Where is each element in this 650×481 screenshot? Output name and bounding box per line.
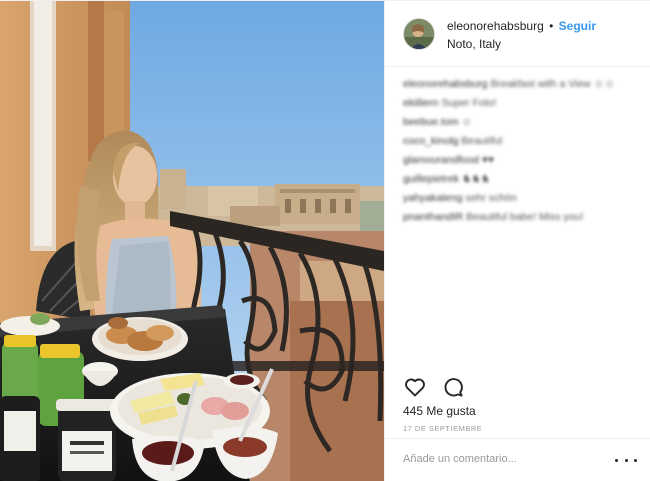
comment-user[interactable]: guillepietrek bbox=[403, 173, 459, 185]
comment-item: coco_kinolg Beautiful bbox=[403, 132, 643, 151]
post-photo[interactable] bbox=[0, 1, 384, 481]
speech-bubble-icon[interactable] bbox=[441, 375, 465, 399]
comment-item: beebue.tom ☺ bbox=[403, 113, 643, 132]
comment-item: pnanthandIR Beautiful babe! Miss you! bbox=[403, 208, 643, 227]
comment-item: guillepietrek ♞♞♞ bbox=[403, 170, 643, 189]
header-text: eleonorehabsburg • Seguir Noto, Italy bbox=[447, 19, 596, 52]
comment-text: Super Foto! bbox=[441, 97, 497, 109]
post-side-panel: eleonorehabsburg • Seguir Noto, Italy el… bbox=[384, 1, 650, 481]
dot-icon bbox=[615, 458, 618, 462]
comment-text: Beautiful babe! Miss you! bbox=[466, 211, 584, 223]
comments-list: eleonorehabsburg Breakfast with a View ☺… bbox=[403, 75, 643, 227]
comment-user[interactable]: glamourandfood bbox=[403, 154, 479, 166]
comment-input[interactable] bbox=[403, 453, 603, 465]
dot-icon bbox=[624, 458, 628, 462]
comment-user[interactable]: beebue.tom bbox=[403, 116, 458, 128]
comment-user[interactable]: pnanthandIR bbox=[403, 211, 463, 223]
comment-item: eleonorehabsburg Breakfast with a View ☺… bbox=[403, 75, 643, 94]
follow-button[interactable]: Seguir bbox=[559, 19, 596, 33]
comment-user[interactable]: yahyakateng bbox=[403, 192, 463, 204]
comment-text: Breakfast with a View ☺☺ bbox=[490, 78, 616, 90]
add-comment-section bbox=[385, 438, 650, 481]
avatar[interactable] bbox=[403, 17, 435, 50]
location-link[interactable]: Noto, Italy bbox=[447, 37, 596, 52]
action-bar bbox=[403, 375, 479, 399]
comment-item: glamourandfood ♥♥ bbox=[403, 151, 643, 170]
comment-user[interactable]: ekiiliern bbox=[403, 97, 439, 109]
comment-item: ekiiliern Super Foto! bbox=[403, 94, 643, 113]
username-link[interactable]: eleonorehabsburg bbox=[447, 19, 544, 33]
comment-text: ☺ bbox=[461, 116, 473, 128]
comment-item: yahyakateng sehr schön bbox=[403, 189, 643, 208]
comment-user[interactable]: coco_kinolg bbox=[403, 135, 458, 147]
header-row: eleonorehabsburg • Seguir bbox=[447, 19, 596, 34]
comment-text: Beautiful bbox=[461, 135, 503, 147]
post-header: eleonorehabsburg • Seguir Noto, Italy bbox=[385, 1, 650, 67]
instagram-post: eleonorehabsburg • Seguir Noto, Italy el… bbox=[0, 0, 650, 481]
comment-text: sehr schön bbox=[465, 192, 517, 204]
comment-user[interactable]: eleonorehabsburg bbox=[403, 78, 488, 90]
dot-icon bbox=[634, 458, 637, 462]
comment-text: ♥♥ bbox=[481, 154, 495, 166]
post-date: 17 DE SEPTIEMBRE bbox=[403, 424, 483, 433]
heart-outline-icon[interactable] bbox=[403, 375, 427, 399]
comment-text: ♞♞♞ bbox=[461, 173, 491, 185]
likes-count[interactable]: 445 Me gusta bbox=[403, 404, 476, 418]
separator-dot: • bbox=[549, 19, 554, 33]
ellipsis-icon[interactable] bbox=[615, 453, 637, 467]
